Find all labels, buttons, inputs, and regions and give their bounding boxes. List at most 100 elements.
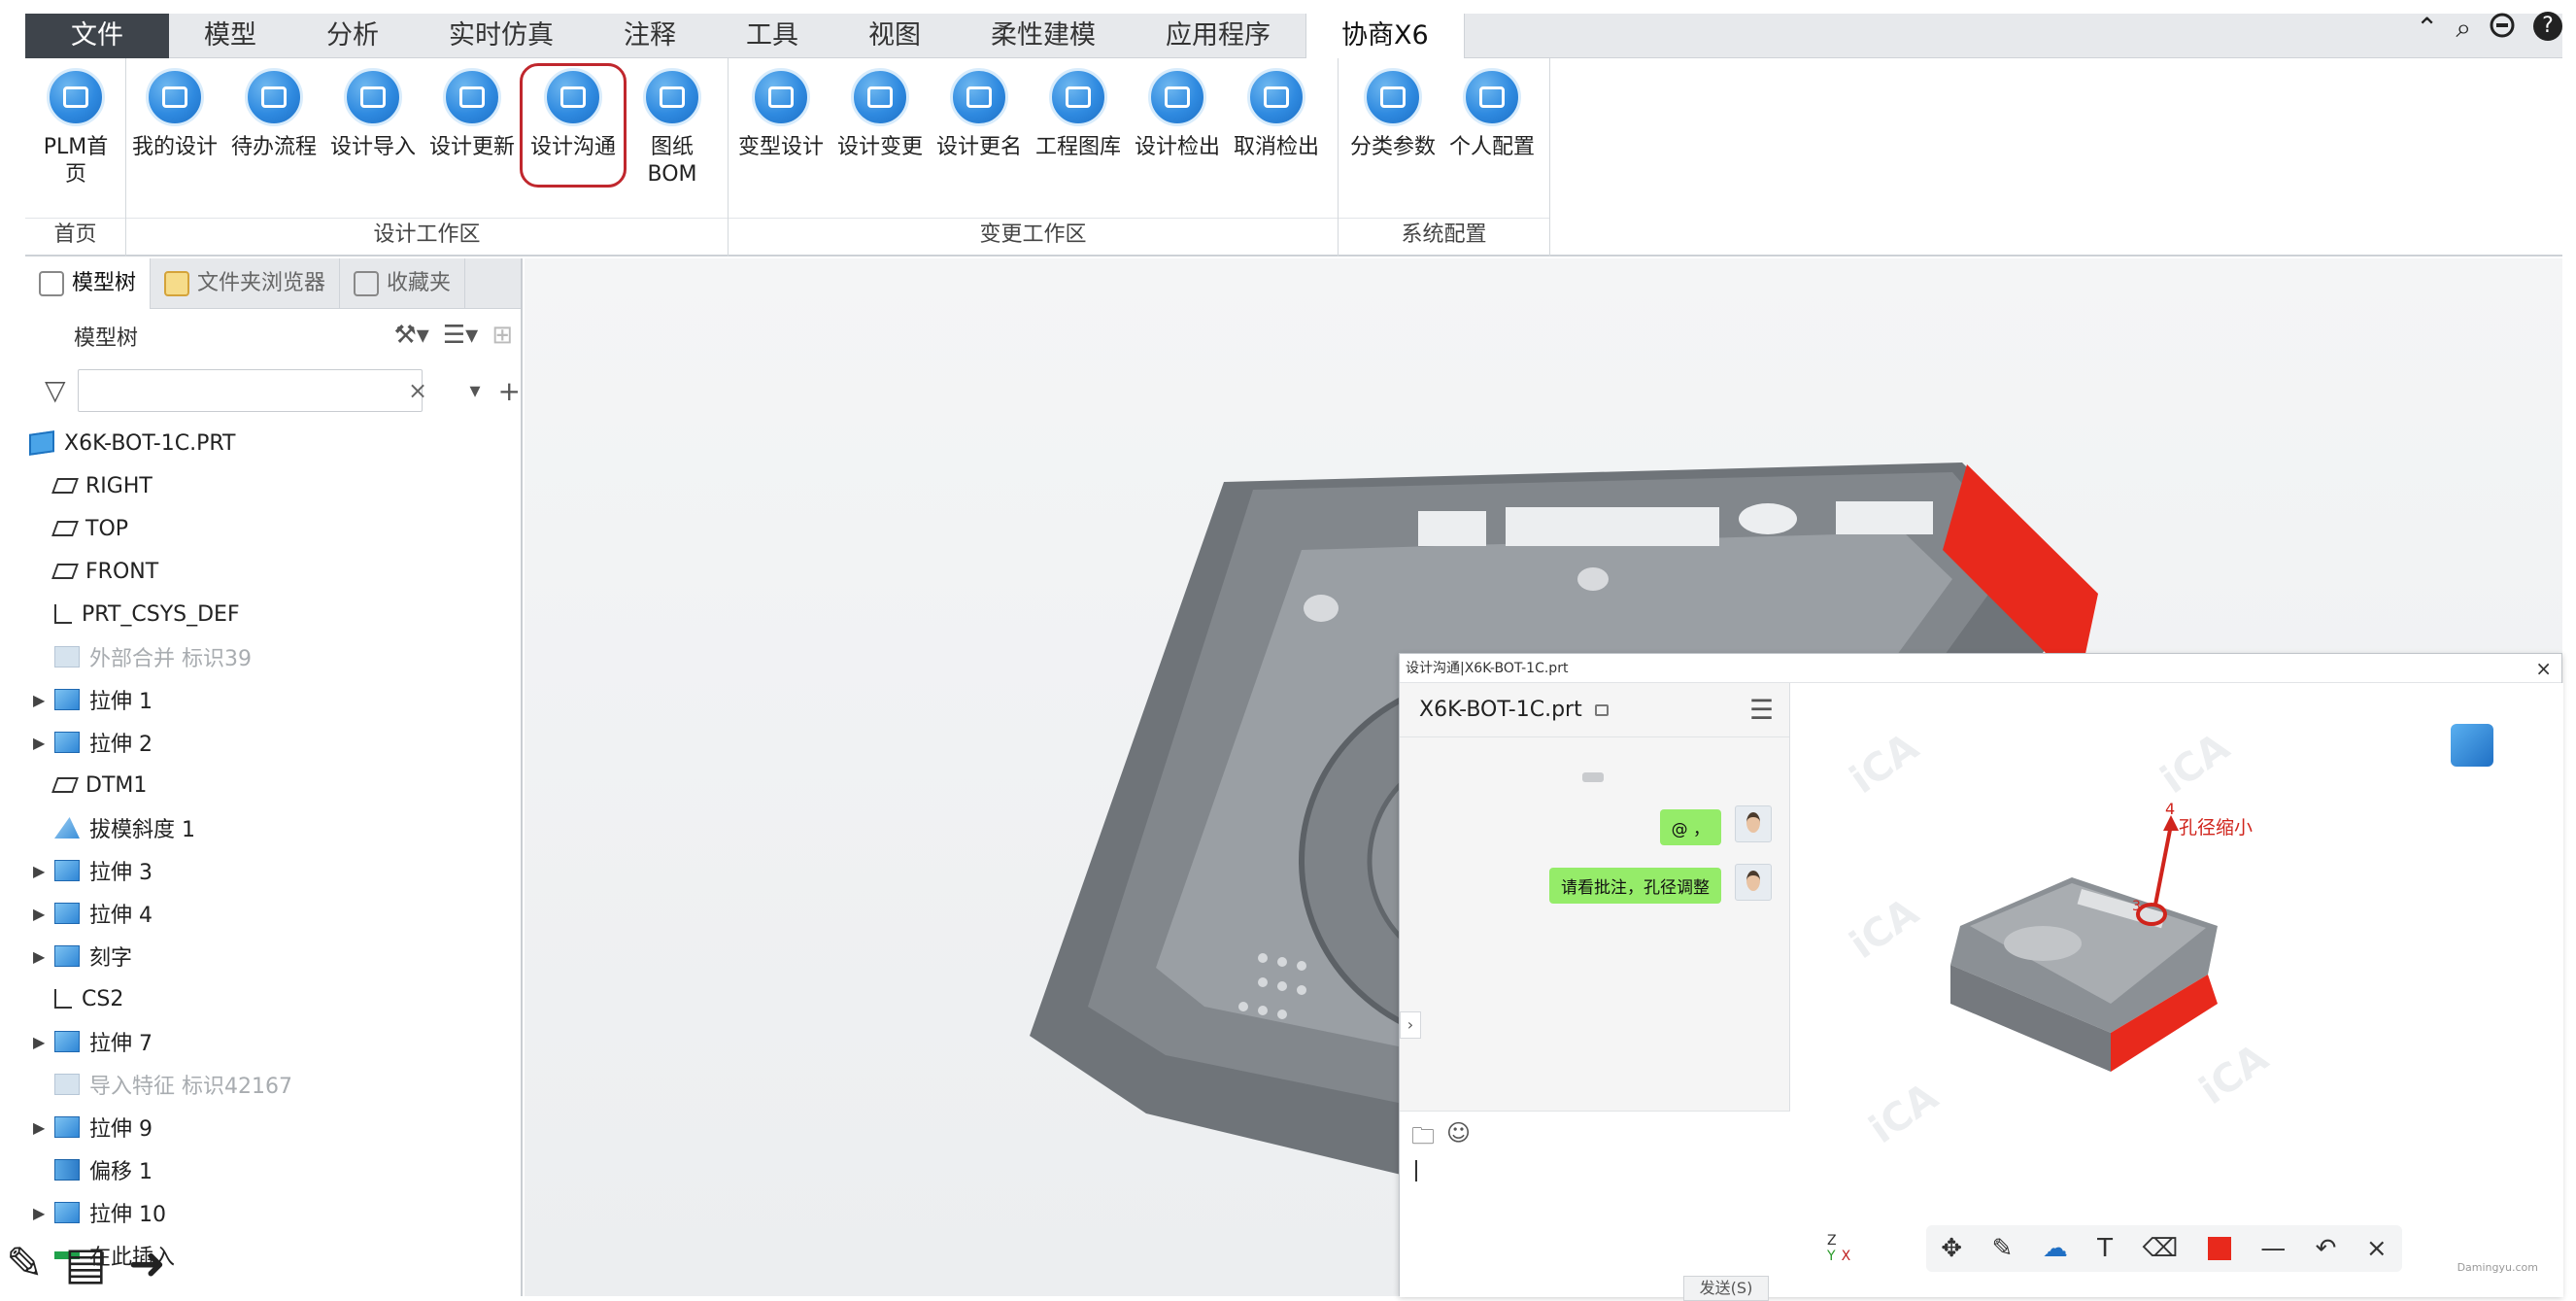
annotation-preview[interactable]: iCA iCA iCA iCA iCA 4 3 孔径缩小 Z Y X ✥ ✎ ☁…: [1790, 683, 2563, 1297]
pencil-icon[interactable]: ✎: [1991, 1234, 2013, 1263]
tree-item[interactable]: RIGHT: [25, 464, 523, 507]
tab-file[interactable]: 文件: [25, 14, 169, 58]
tab-flexible-modeling[interactable]: 柔性建模: [956, 14, 1131, 58]
search-icon[interactable]: ⌕: [2456, 12, 2471, 46]
tree-item[interactable]: ▶ 拉伸 10: [25, 1191, 523, 1234]
tree-show-icon[interactable]: ⊞: [491, 321, 513, 350]
tree-header: 模型树 ⚒▾ ☰▾ ⊞: [25, 309, 521, 363]
plane-feature-icon: [51, 777, 79, 793]
tab-view[interactable]: 视图: [833, 14, 956, 58]
folder-icon[interactable]: 🗀: [1411, 1119, 1435, 1159]
emoji-icon[interactable]: ☺: [1446, 1119, 1471, 1159]
tab-model[interactable]: 模型: [169, 14, 291, 58]
design-rename-button[interactable]: 设计更名: [931, 68, 1028, 161]
tab-annotate[interactable]: 注释: [589, 14, 711, 58]
undo-icon[interactable]: ↶: [2316, 1234, 2337, 1263]
expand-arrow-icon[interactable]: ▶: [33, 1118, 52, 1137]
personal-config-button[interactable]: 个人配置: [1443, 68, 1541, 161]
library-icon: [1049, 68, 1107, 126]
tree-item[interactable]: 外部合并 标识39: [25, 635, 523, 678]
message-composer[interactable]: 🗀 ☺ 发送(S): [1400, 1111, 1790, 1301]
tree-item[interactable]: X6K-BOT-1C.PRT: [25, 422, 523, 464]
classification-params-button[interactable]: 分类参数: [1344, 68, 1441, 161]
tree-item[interactable]: ▶ 拉伸 9: [25, 1106, 523, 1148]
filter-icon[interactable]: ▽: [45, 377, 70, 404]
tree-item[interactable]: ▶ 刻字: [25, 935, 523, 977]
arrow-right-icon[interactable]: ➜: [128, 1237, 166, 1289]
design-import-button[interactable]: 设计导入: [324, 68, 422, 161]
engineering-library-button[interactable]: 工程图库: [1030, 68, 1127, 161]
tree-item[interactable]: ▶ 拉伸 3: [25, 849, 523, 892]
feat-feature-icon: [54, 732, 80, 753]
cancel-checkout-button[interactable]: 取消检出: [1228, 68, 1325, 161]
tree-item[interactable]: CS2: [25, 977, 523, 1020]
move-icon[interactable]: ✥: [1941, 1234, 1962, 1263]
expand-preview-button[interactable]: ›: [1400, 1011, 1421, 1039]
note-icon[interactable]: ▤: [65, 1237, 107, 1289]
tree-item[interactable]: ▶ 拉伸 2: [25, 721, 523, 764]
design-update-button[interactable]: 设计更新: [424, 68, 521, 161]
tab-favorites[interactable]: 收藏夹: [340, 258, 466, 309]
cloud-shape-icon[interactable]: ☁: [2043, 1234, 2068, 1263]
tree-columns-icon[interactable]: ☰▾: [443, 321, 478, 350]
plm-home-button[interactable]: PLM首 页: [27, 68, 124, 188]
design-communication-button[interactable]: 设计沟通: [520, 63, 627, 188]
variant-design-button[interactable]: 变型设计: [732, 68, 830, 161]
filter-dropdown-icon[interactable]: ▾: [469, 379, 480, 403]
expand-arrow-icon[interactable]: ▶: [33, 947, 52, 966]
tree-item[interactable]: ▶ 拉伸 4: [25, 892, 523, 935]
tab-realtime-sim[interactable]: 实时仿真: [414, 14, 589, 58]
tab-xieshang-x6[interactable]: 协商X6: [1305, 14, 1465, 60]
expand-arrow-icon[interactable]: ▶: [33, 734, 52, 752]
help-icon[interactable]: ?: [2533, 12, 2562, 41]
tree-item[interactable]: 拔模斜度 1: [25, 806, 523, 849]
part-feature-icon: [29, 430, 54, 456]
tab-analysis[interactable]: 分析: [291, 14, 414, 58]
tree-item[interactable]: ▶ 拉伸 1: [25, 678, 523, 721]
featdim-feature-icon: [54, 646, 80, 668]
tree-item[interactable]: 偏移 1: [25, 1148, 523, 1191]
send-button[interactable]: 发送(S): [1683, 1276, 1769, 1301]
tree-item[interactable]: DTM1: [25, 764, 523, 806]
text-tool-icon[interactable]: T: [2097, 1234, 2113, 1263]
collapse-ribbon-icon[interactable]: ⌃: [2416, 12, 2438, 46]
expand-arrow-icon[interactable]: ▶: [33, 691, 52, 709]
tree-item[interactable]: FRONT: [25, 550, 523, 593]
chat-menu-icon[interactable]: ☰: [1749, 683, 1774, 737]
clear-icon[interactable]: ×: [408, 377, 427, 404]
todo-workflow-button[interactable]: 待办流程: [225, 68, 322, 161]
tree-item[interactable]: PRT_CSYS_DEF: [25, 593, 523, 635]
composer-tools: 🗀 ☺: [1411, 1119, 1471, 1159]
tree-filter-row: ▽ × ▾ +: [25, 363, 521, 418]
tab-applications[interactable]: 应用程序: [1131, 14, 1305, 58]
expand-arrow-icon[interactable]: ▶: [33, 1204, 52, 1222]
tree-item[interactable]: 导入特征 标识42167: [25, 1063, 523, 1106]
add-icon[interactable]: +: [498, 375, 521, 407]
design-change-button[interactable]: 设计变更: [831, 68, 929, 161]
eraser-icon[interactable]: ⌫: [2143, 1234, 2179, 1263]
drawing-bom-button[interactable]: 图纸 BOM: [624, 68, 721, 188]
my-design-button[interactable]: 我的设计: [126, 68, 223, 161]
expand-arrow-icon[interactable]: ▶: [33, 1033, 52, 1051]
pencil-icon[interactable]: ✎: [6, 1237, 44, 1289]
tree-search-input[interactable]: [77, 369, 424, 412]
tree-item[interactable]: ▶ 拉伸 7: [25, 1020, 523, 1063]
feat-feature-icon: [54, 1116, 80, 1138]
tab-tools[interactable]: 工具: [711, 14, 833, 58]
tab-model-tree[interactable]: 模型树: [25, 258, 152, 309]
tree-item[interactable]: TOP: [25, 507, 523, 550]
ribbon-tab-bar: 文件 模型 分析 实时仿真 注释 工具 视图 柔性建模 应用程序 协商X6: [25, 14, 2562, 60]
expand-arrow-icon[interactable]: ▶: [33, 862, 52, 880]
tab-folder-browser[interactable]: 文件夹浏览器: [151, 258, 341, 309]
expand-arrow-icon[interactable]: ▶: [33, 905, 52, 923]
tree-item-label: PRT_CSYS_DEF: [82, 601, 240, 627]
ribbon-group-change-workspace: 变型设计 设计变更 设计更名 工程图库 设计检出 取消检出 变更工作区: [729, 58, 1339, 257]
design-checkout-button[interactable]: 设计检出: [1129, 68, 1226, 161]
tree-settings-icon[interactable]: ⚒▾: [393, 321, 428, 350]
line-width-icon[interactable]: —: [2260, 1234, 2286, 1263]
settings-icon[interactable]: [2489, 12, 2516, 46]
dialog-close-button[interactable]: ×: [2535, 654, 2552, 683]
close-annotation-icon[interactable]: ×: [2366, 1234, 2388, 1263]
color-swatch-red[interactable]: [2207, 1237, 2231, 1260]
tree-item-label: 拉伸 1: [89, 690, 153, 714]
